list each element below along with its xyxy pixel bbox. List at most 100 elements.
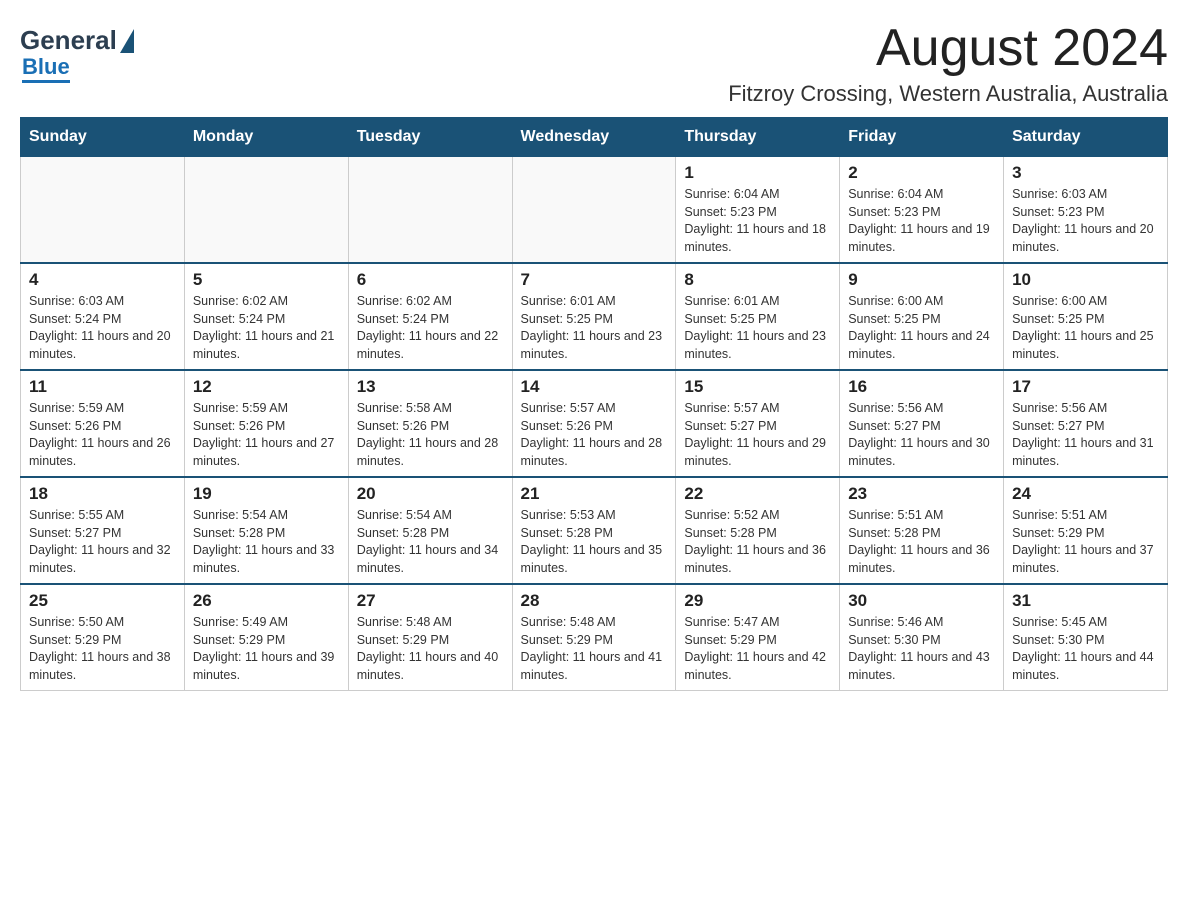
day-sun-info: Sunrise: 6:00 AMSunset: 5:25 PMDaylight:…	[848, 293, 995, 363]
col-header-friday: Friday	[840, 118, 1004, 157]
calendar-day-cell: 16 Sunrise: 5:56 AMSunset: 5:27 PMDayligh…	[840, 370, 1004, 477]
calendar-day-cell: 22 Sunrise: 5:52 AMSunset: 5:28 PMDayligh…	[676, 477, 840, 584]
calendar-day-cell: 4 Sunrise: 6:03 AMSunset: 5:24 PMDaylight…	[21, 263, 185, 370]
day-sun-info: Sunrise: 5:55 AMSunset: 5:27 PMDaylight:…	[29, 507, 176, 577]
calendar-day-cell: 7 Sunrise: 6:01 AMSunset: 5:25 PMDaylight…	[512, 263, 676, 370]
logo: General Blue	[20, 25, 135, 80]
calendar-day-cell: 20 Sunrise: 5:54 AMSunset: 5:28 PMDayligh…	[348, 477, 512, 584]
day-number: 2	[848, 163, 995, 183]
calendar-day-cell: 29 Sunrise: 5:47 AMSunset: 5:29 PMDayligh…	[676, 584, 840, 691]
calendar-table: Sunday Monday Tuesday Wednesday Thursday…	[20, 117, 1168, 691]
day-sun-info: Sunrise: 5:54 AMSunset: 5:28 PMDaylight:…	[357, 507, 504, 577]
calendar-day-cell: 19 Sunrise: 5:54 AMSunset: 5:28 PMDayligh…	[184, 477, 348, 584]
title-area: August 2024 Fitzroy Crossing, Western Au…	[728, 20, 1168, 107]
calendar-day-cell: 15 Sunrise: 5:57 AMSunset: 5:27 PMDayligh…	[676, 370, 840, 477]
calendar-day-cell: 26 Sunrise: 5:49 AMSunset: 5:29 PMDayligh…	[184, 584, 348, 691]
day-number: 6	[357, 270, 504, 290]
day-number: 16	[848, 377, 995, 397]
calendar-day-cell: 23Sunrise: 5:51 AMSunset: 5:28 PMDayligh…	[840, 477, 1004, 584]
day-number: 7	[521, 270, 668, 290]
calendar-day-cell: 2 Sunrise: 6:04 AMSunset: 5:23 PMDaylight…	[840, 157, 1004, 264]
calendar-day-cell: 28 Sunrise: 5:48 AMSunset: 5:29 PMDayligh…	[512, 584, 676, 691]
day-sun-info: Sunrise: 6:01 AMSunset: 5:25 PMDaylight:…	[684, 293, 831, 363]
day-sun-info: Sunrise: 5:54 AMSunset: 5:28 PMDaylight:…	[193, 507, 340, 577]
col-header-tuesday: Tuesday	[348, 118, 512, 157]
day-sun-info: Sunrise: 5:57 AMSunset: 5:26 PMDaylight:…	[521, 400, 668, 470]
day-number: 15	[684, 377, 831, 397]
day-sun-info: Sunrise: 5:47 AMSunset: 5:29 PMDaylight:…	[684, 614, 831, 684]
logo-general-text: General	[20, 25, 117, 56]
calendar-day-cell: 30 Sunrise: 5:46 AMSunset: 5:30 PMDayligh…	[840, 584, 1004, 691]
day-number: 26	[193, 591, 340, 611]
calendar-day-cell: 25 Sunrise: 5:50 AMSunset: 5:29 PMDayligh…	[21, 584, 185, 691]
day-number: 22	[684, 484, 831, 504]
day-number: 8	[684, 270, 831, 290]
calendar-day-cell	[184, 157, 348, 264]
calendar-day-cell: 13Sunrise: 5:58 AMSunset: 5:26 PMDayligh…	[348, 370, 512, 477]
day-sun-info: Sunrise: 6:01 AMSunset: 5:25 PMDaylight:…	[521, 293, 668, 363]
day-sun-info: Sunrise: 6:00 AMSunset: 5:25 PMDaylight:…	[1012, 293, 1159, 363]
day-number: 29	[684, 591, 831, 611]
page-header: General Blue August 2024 Fitzroy Crossin…	[20, 20, 1168, 107]
day-sun-info: Sunrise: 5:46 AMSunset: 5:30 PMDaylight:…	[848, 614, 995, 684]
day-sun-info: Sunrise: 6:03 AMSunset: 5:23 PMDaylight:…	[1012, 186, 1159, 256]
day-sun-info: Sunrise: 5:45 AMSunset: 5:30 PMDaylight:…	[1012, 614, 1159, 684]
logo-triangle-icon	[120, 29, 134, 53]
day-number: 19	[193, 484, 340, 504]
day-sun-info: Sunrise: 6:02 AMSunset: 5:24 PMDaylight:…	[193, 293, 340, 363]
day-sun-info: Sunrise: 5:49 AMSunset: 5:29 PMDaylight:…	[193, 614, 340, 684]
day-sun-info: Sunrise: 5:57 AMSunset: 5:27 PMDaylight:…	[684, 400, 831, 470]
calendar-day-cell	[348, 157, 512, 264]
calendar-day-cell: 31 Sunrise: 5:45 AMSunset: 5:30 PMDayligh…	[1004, 584, 1168, 691]
day-number: 21	[521, 484, 668, 504]
calendar-day-cell: 27Sunrise: 5:48 AMSunset: 5:29 PMDayligh…	[348, 584, 512, 691]
day-sun-info: Sunrise: 5:52 AMSunset: 5:28 PMDaylight:…	[684, 507, 831, 577]
calendar-day-cell: 6Sunrise: 6:02 AMSunset: 5:24 PMDaylight…	[348, 263, 512, 370]
calendar-week-row: 4 Sunrise: 6:03 AMSunset: 5:24 PMDaylight…	[21, 263, 1168, 370]
day-number: 11	[29, 377, 176, 397]
month-year-title: August 2024	[728, 20, 1168, 77]
col-header-sunday: Sunday	[21, 118, 185, 157]
calendar-day-cell	[512, 157, 676, 264]
calendar-header-row: Sunday Monday Tuesday Wednesday Thursday…	[21, 118, 1168, 157]
calendar-day-cell: 1Sunrise: 6:04 AMSunset: 5:23 PMDaylight…	[676, 157, 840, 264]
day-number: 28	[521, 591, 668, 611]
calendar-day-cell: 12Sunrise: 5:59 AMSunset: 5:26 PMDayligh…	[184, 370, 348, 477]
day-sun-info: Sunrise: 5:56 AMSunset: 5:27 PMDaylight:…	[848, 400, 995, 470]
day-sun-info: Sunrise: 6:04 AMSunset: 5:23 PMDaylight:…	[848, 186, 995, 256]
day-sun-info: Sunrise: 5:59 AMSunset: 5:26 PMDaylight:…	[29, 400, 176, 470]
day-number: 31	[1012, 591, 1159, 611]
day-number: 27	[357, 591, 504, 611]
calendar-day-cell: 10 Sunrise: 6:00 AMSunset: 5:25 PMDayligh…	[1004, 263, 1168, 370]
day-number: 18	[29, 484, 176, 504]
calendar-day-cell: 9 Sunrise: 6:00 AMSunset: 5:25 PMDaylight…	[840, 263, 1004, 370]
day-number: 1	[684, 163, 831, 183]
col-header-thursday: Thursday	[676, 118, 840, 157]
day-number: 9	[848, 270, 995, 290]
logo-blue-text: Blue	[22, 54, 70, 83]
calendar-day-cell	[21, 157, 185, 264]
day-number: 3	[1012, 163, 1159, 183]
day-number: 20	[357, 484, 504, 504]
day-number: 10	[1012, 270, 1159, 290]
day-sun-info: Sunrise: 5:56 AMSunset: 5:27 PMDaylight:…	[1012, 400, 1159, 470]
calendar-week-row: 25 Sunrise: 5:50 AMSunset: 5:29 PMDayligh…	[21, 584, 1168, 691]
day-sun-info: Sunrise: 6:03 AMSunset: 5:24 PMDaylight:…	[29, 293, 176, 363]
calendar-day-cell: 21 Sunrise: 5:53 AMSunset: 5:28 PMDayligh…	[512, 477, 676, 584]
day-number: 14	[521, 377, 668, 397]
calendar-day-cell: 3 Sunrise: 6:03 AMSunset: 5:23 PMDaylight…	[1004, 157, 1168, 264]
day-number: 4	[29, 270, 176, 290]
calendar-week-row: 11 Sunrise: 5:59 AMSunset: 5:26 PMDayligh…	[21, 370, 1168, 477]
day-sun-info: Sunrise: 5:48 AMSunset: 5:29 PMDaylight:…	[521, 614, 668, 684]
day-number: 12	[193, 377, 340, 397]
calendar-day-cell: 8 Sunrise: 6:01 AMSunset: 5:25 PMDaylight…	[676, 263, 840, 370]
day-number: 30	[848, 591, 995, 611]
day-sun-info: Sunrise: 5:51 AMSunset: 5:28 PMDaylight:…	[848, 507, 995, 577]
day-sun-info: Sunrise: 5:51 AMSunset: 5:29 PMDaylight:…	[1012, 507, 1159, 577]
day-sun-info: Sunrise: 5:50 AMSunset: 5:29 PMDaylight:…	[29, 614, 176, 684]
day-number: 25	[29, 591, 176, 611]
calendar-week-row: 1 Sunrise: 6:04 AMSunset: 5:23 PMDaylight…	[21, 157, 1168, 264]
day-sun-info: Sunrise: 5:58 AMSunset: 5:26 PMDaylight:…	[357, 400, 504, 470]
day-sun-info: Sunrise: 5:53 AMSunset: 5:28 PMDaylight:…	[521, 507, 668, 577]
calendar-day-cell: 24Sunrise: 5:51 AMSunset: 5:29 PMDayligh…	[1004, 477, 1168, 584]
